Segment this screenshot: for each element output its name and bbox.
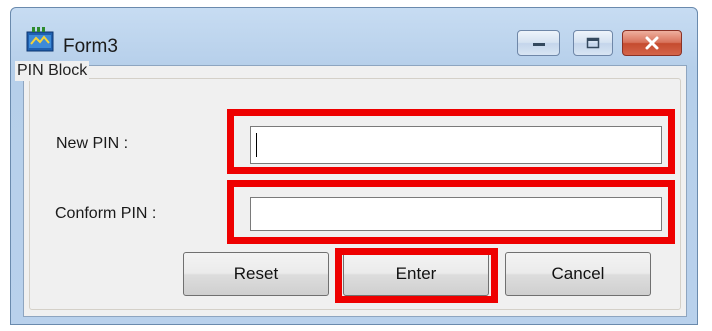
close-button[interactable] (622, 30, 682, 56)
reset-button[interactable]: Reset (183, 252, 329, 296)
new-pin-label: New PIN : (56, 135, 129, 152)
maximize-button[interactable] (573, 30, 613, 56)
app-icon (26, 27, 54, 52)
confirm-pin-label: Conform PIN : (55, 205, 157, 222)
maximize-icon (586, 37, 600, 49)
enter-button[interactable]: Enter (343, 252, 489, 296)
cancel-button[interactable]: Cancel (505, 252, 651, 296)
text-caret (256, 133, 257, 157)
window-title: Form3 (63, 36, 118, 57)
confirm-pin-input[interactable] (250, 197, 662, 231)
new-pin-input[interactable] (250, 126, 662, 164)
groupbox-label: PIN Block (15, 61, 90, 81)
close-icon (645, 36, 659, 50)
minimize-button[interactable] (517, 30, 560, 56)
minimize-icon (532, 43, 545, 46)
